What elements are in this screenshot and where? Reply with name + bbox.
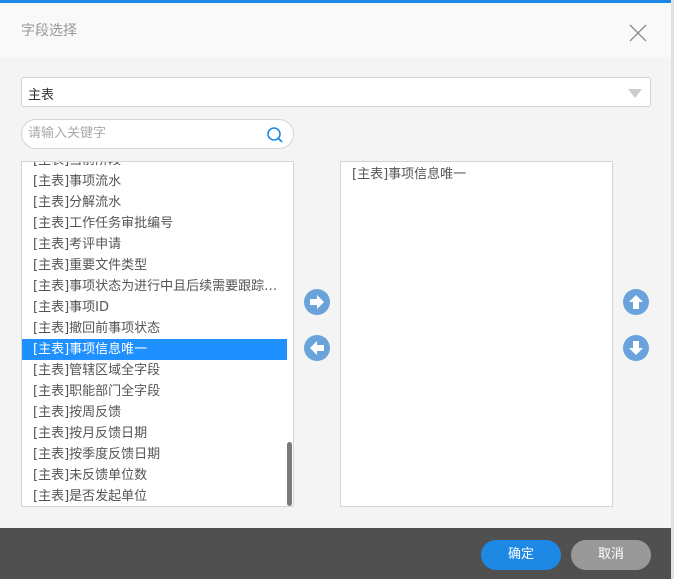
search-icon[interactable] (266, 126, 284, 144)
field-list-item[interactable]: [主表]分解流水 (22, 192, 287, 213)
close-icon[interactable] (628, 23, 648, 43)
dialog-header: 字段选择 (0, 3, 671, 57)
field-list-item[interactable]: [主表]未反馈单位数 (22, 465, 287, 486)
field-list-item[interactable]: [主表]事项流水 (22, 171, 287, 192)
confirm-button[interactable]: 确定 (481, 540, 561, 570)
field-list-item[interactable]: [主表]撤回前事项状态 (22, 318, 287, 339)
field-list-item[interactable]: [主表]事项信息唯一 (22, 339, 287, 360)
field-list-item[interactable]: [主表]重要文件类型 (22, 255, 287, 276)
table-select[interactable]: 主表 (21, 77, 651, 107)
field-list-item[interactable]: [主表]按周反馈 (22, 402, 287, 423)
field-list-item[interactable]: [主表]职能部门全字段 (22, 381, 287, 402)
move-right-button[interactable] (304, 289, 330, 315)
chevron-down-icon (628, 89, 642, 98)
cancel-button[interactable]: 取消 (571, 540, 651, 570)
available-fields-list[interactable]: [主表]当前阶段[主表]事项流水[主表]分解流水[主表]工作任务审批编号[主表]… (21, 161, 294, 507)
selected-field-item[interactable]: [主表]事项信息唯一 (352, 164, 466, 185)
field-list-item[interactable]: [主表]当前阶段 (22, 162, 287, 171)
dialog-title: 字段选择 (21, 23, 77, 39)
move-up-button[interactable] (623, 289, 649, 315)
move-down-button[interactable] (623, 335, 649, 361)
selected-fields-list[interactable]: [主表]事项信息唯一 (340, 161, 613, 507)
field-list-item[interactable]: [主表]事项ID (22, 297, 287, 318)
field-list-item[interactable]: [主表]按季度反馈日期 (22, 444, 287, 465)
scrollbar-thumb[interactable] (287, 442, 292, 506)
field-list-item[interactable]: [主表]考评申请 (22, 234, 287, 255)
search-box (21, 119, 294, 149)
field-list-item[interactable]: [主表]是否发起单位 (22, 486, 287, 506)
field-list-item[interactable]: [主表]按月反馈日期 (22, 423, 287, 444)
field-list-item[interactable]: [主表]工作任务审批编号 (22, 213, 287, 234)
table-select-value: 主表 (28, 88, 55, 103)
field-list-item[interactable]: [主表]事项状态为进行中且后续需要跟踪的事项 (22, 276, 287, 297)
field-list-item[interactable]: [主表]管辖区域全字段 (22, 360, 287, 381)
move-left-button[interactable] (304, 335, 330, 361)
dialog-footer: 确定 取消 (0, 528, 671, 579)
search-input[interactable] (28, 126, 258, 141)
